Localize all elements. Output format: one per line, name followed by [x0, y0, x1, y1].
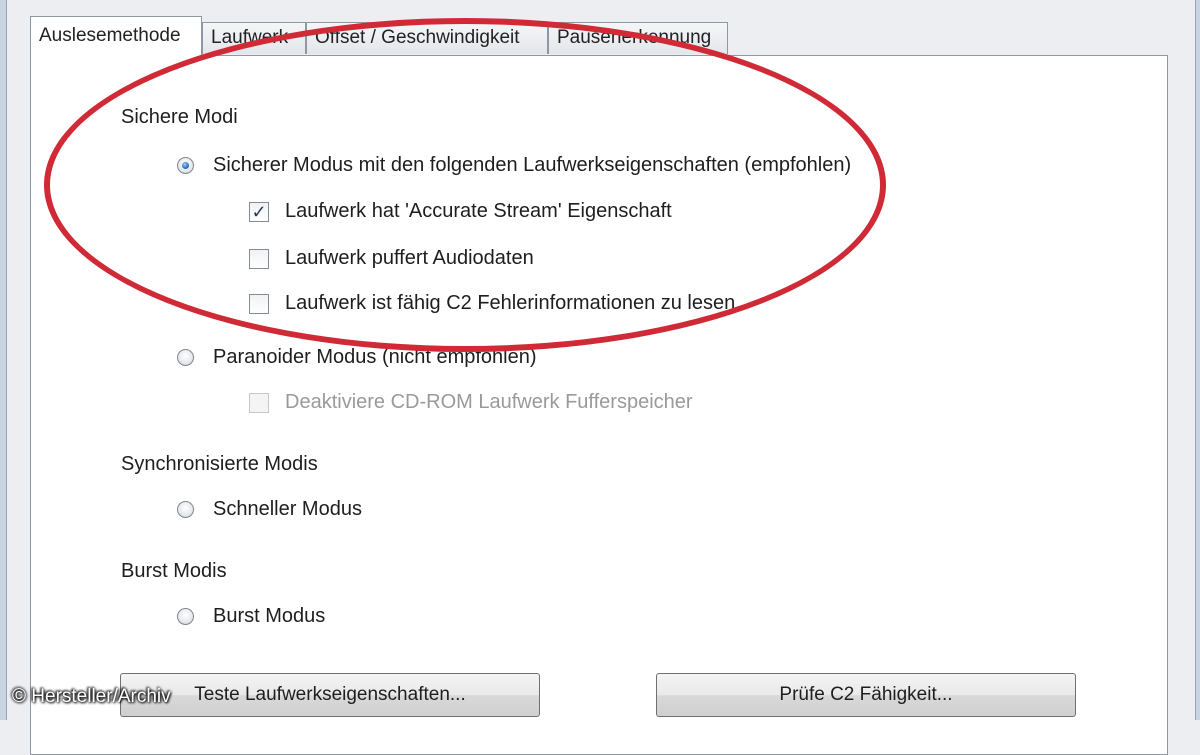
- test-drive-features-button[interactable]: Teste Laufwerkseigenschaften...: [120, 673, 540, 717]
- tab-pausenerkennung[interactable]: Pausenerkennung: [548, 22, 728, 54]
- checkmark-icon: ✓: [249, 201, 269, 222]
- checkbox-accurate-stream-label: Laufwerk hat 'Accurate Stream' Eigenscha…: [285, 200, 672, 222]
- tab-laufwerk[interactable]: Laufwerk: [202, 22, 306, 54]
- tab-auslesemethode[interactable]: Auslesemethode: [30, 16, 202, 58]
- tab-offset-geschwindigkeit[interactable]: Offset / Geschwindigkeit: [306, 22, 548, 54]
- radio-burst-modus-label: Burst Modus: [213, 605, 326, 627]
- checkbox-puffert-audiodaten-label: Laufwerk puffert Audiodaten: [285, 247, 534, 269]
- checkbox-accurate-stream[interactable]: ✓ Laufwerk hat 'Accurate Stream' Eigensc…: [249, 200, 672, 223]
- checkbox-deaktiviere-cache: Deaktiviere CD-ROM Laufwerk Fufferspeich…: [249, 391, 693, 414]
- checkbox-deaktiviere-cache-label: Deaktiviere CD-ROM Laufwerk Fufferspeich…: [285, 391, 693, 413]
- radio-paranoider-modus-label: Paranoider Modus (nicht empfohlen): [213, 346, 537, 368]
- radio-sicherer-modus-label: Sicherer Modus mit den folgenden Laufwer…: [213, 154, 852, 176]
- section-title-sichere-modi: Sichere Modi: [121, 106, 238, 128]
- radio-unselected-icon: [177, 608, 194, 625]
- radio-schneller-modus[interactable]: Schneller Modus: [177, 498, 362, 521]
- section-title-synchronisierte-modis: Synchronisierte Modis: [121, 453, 318, 475]
- copyright-watermark: © Hersteller/Archiv: [12, 686, 171, 707]
- tab-panel: Sichere Modi Sicherer Modus mit den folg…: [30, 55, 1168, 755]
- checkbox-c2-fehlerinformationen-label: Laufwerk ist fähig C2 Fehlerinformatione…: [285, 292, 736, 314]
- radio-sicherer-modus[interactable]: Sicherer Modus mit den folgenden Laufwer…: [177, 154, 851, 177]
- radio-paranoider-modus[interactable]: Paranoider Modus (nicht empfohlen): [177, 346, 537, 369]
- radio-schneller-modus-label: Schneller Modus: [213, 498, 362, 520]
- radio-unselected-icon: [177, 501, 194, 518]
- radio-burst-modus[interactable]: Burst Modus: [177, 605, 325, 628]
- section-title-burst-modis: Burst Modis: [121, 560, 227, 582]
- checkbox-empty-icon: [249, 293, 269, 314]
- window-right-border: [1195, 0, 1200, 720]
- checkbox-c2-fehlerinformationen[interactable]: Laufwerk ist fähig C2 Fehlerinformatione…: [249, 292, 735, 315]
- checkbox-empty-icon: [249, 248, 269, 269]
- window-left-border: [0, 0, 7, 720]
- checkbox-puffert-audiodaten[interactable]: Laufwerk puffert Audiodaten: [249, 247, 534, 270]
- radio-selected-icon: [177, 157, 194, 174]
- checkbox-disabled-icon: [249, 392, 269, 413]
- check-c2-button[interactable]: Prüfe C2 Fähigkeit...: [656, 673, 1076, 717]
- radio-unselected-icon: [177, 349, 194, 366]
